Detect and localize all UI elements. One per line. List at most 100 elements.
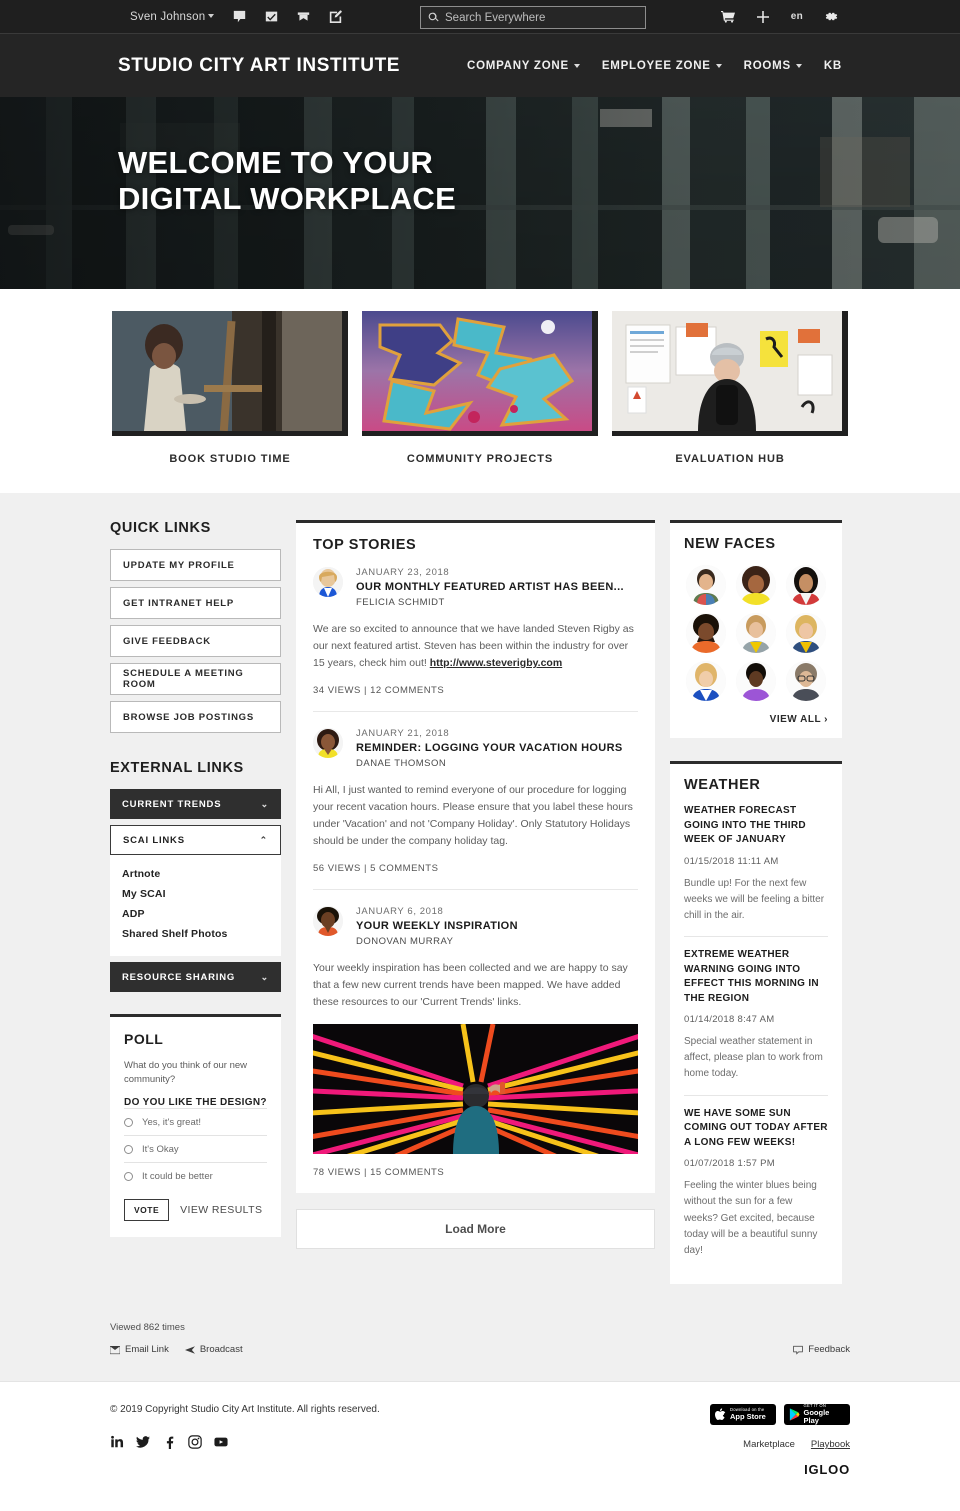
story-item: JANUARY 23, 2018 OUR MONTHLY FEATURED AR… xyxy=(313,567,638,712)
avatar[interactable] xyxy=(313,728,343,758)
avatar[interactable] xyxy=(313,567,343,597)
weather-timestamp: 01/07/2018 1:57 PM xyxy=(684,1158,775,1170)
poll-option-could-be-better[interactable]: It could be better xyxy=(124,1161,267,1189)
external-link-shared-shelf-photos[interactable]: Shared Shelf Photos xyxy=(122,924,269,944)
story-image[interactable] xyxy=(313,1024,638,1154)
nav-item-rooms[interactable]: ROOMS xyxy=(744,60,802,72)
load-more-button[interactable]: Load More xyxy=(296,1209,655,1249)
quick-link-label: UPDATE MY PROFILE xyxy=(123,559,235,571)
search-input[interactable] xyxy=(445,11,638,24)
tile-label: EVALUATION HUB xyxy=(675,453,785,465)
story-item: JANUARY 6, 2018 YOUR WEEKLY INSPIRATION … xyxy=(313,906,638,1193)
footer-link-playbook[interactable]: Playbook xyxy=(811,1439,850,1450)
avatar[interactable] xyxy=(313,906,343,936)
quick-link-label: GIVE FEEDBACK xyxy=(123,635,211,647)
nav-label: KB xyxy=(823,59,842,72)
avatar[interactable] xyxy=(736,565,776,605)
google-play-badge[interactable]: GET IT ON Google Play xyxy=(784,1404,850,1426)
quick-link-label: BROWSE JOB POSTINGS xyxy=(123,711,254,723)
tile-evaluation-hub[interactable]: EVALUATION HUB xyxy=(612,311,848,465)
poll-option-yes[interactable]: Yes, it's great! xyxy=(124,1107,267,1135)
avatar[interactable] xyxy=(686,661,726,701)
story-link[interactable]: http://www.steverigby.com xyxy=(430,657,562,669)
story-title[interactable]: OUR MONTHLY FEATURED ARTIST HAS BEEN... xyxy=(356,581,624,593)
radio-icon[interactable] xyxy=(124,1144,133,1154)
chat-icon[interactable] xyxy=(232,10,246,24)
weather-headline[interactable]: WE HAVE SOME SUN COMING OUT TODAY AFTER … xyxy=(684,1107,828,1151)
weather-headline[interactable]: WEATHER FORECAST GOING INTO THE THIRD WE… xyxy=(684,804,828,848)
view-all-link[interactable]: VIEW ALL › xyxy=(684,714,828,725)
poll-option-label: It's Okay xyxy=(142,1143,179,1155)
external-link-my-scai[interactable]: My SCAI xyxy=(122,884,269,904)
page-meta-inner: Viewed 862 times Email Link Broadcast Fe… xyxy=(110,1322,850,1367)
quick-link-update-my-profile[interactable]: UPDATE MY PROFILE xyxy=(110,549,281,581)
site-brand[interactable]: STUDIO CITY ART INSTITUTE xyxy=(118,55,400,77)
avatar[interactable] xyxy=(786,661,826,701)
avatar[interactable] xyxy=(786,565,826,605)
accordion-current-trends[interactable]: CURRENT TRENDS ⌄ xyxy=(110,789,281,819)
external-links-title: EXTERNAL LINKS xyxy=(110,760,244,776)
accordion-scai-links-body: Artnote My SCAI ADP Shared Shelf Photos xyxy=(110,855,281,956)
story-item: JANUARY 21, 2018 REMINDER: LOGGING YOUR … xyxy=(313,728,638,890)
avatar[interactable] xyxy=(736,613,776,653)
top-stories-widget: TOP STORIES JANUARY 23, 2018 OUR MONTHLY… xyxy=(296,520,655,1193)
broadcast-button[interactable]: Broadcast xyxy=(184,1344,243,1355)
weather-headline[interactable]: EXTREME WEATHER WARNING GOING INTO EFFEC… xyxy=(684,948,828,1006)
content-grid: QUICK LINKS UPDATE MY PROFILE GET INTRAN… xyxy=(110,520,850,1322)
nav-item-employee-zone[interactable]: EMPLOYEE ZONE xyxy=(602,60,722,72)
feedback-button[interactable]: Feedback xyxy=(793,1344,850,1355)
footer-link-marketplace[interactable]: Marketplace xyxy=(743,1439,795,1450)
page-body: QUICK LINKS UPDATE MY PROFILE GET INTRAN… xyxy=(0,493,960,1382)
tile-label: BOOK STUDIO TIME xyxy=(169,453,291,465)
global-search[interactable] xyxy=(420,6,646,29)
nav-item-kb[interactable]: KB xyxy=(824,60,842,72)
external-link-adp[interactable]: ADP xyxy=(122,904,269,924)
avatar[interactable] xyxy=(686,613,726,653)
feature-tiles: BOOK STUDIO TIME COMMUNITY PROJECTS EVAL… xyxy=(0,289,960,493)
accordion-resource-sharing[interactable]: RESOURCE SHARING ⌄ xyxy=(110,962,281,992)
new-faces-title: NEW FACES xyxy=(684,536,776,552)
instagram-icon[interactable] xyxy=(188,1435,202,1449)
story-title[interactable]: REMINDER: LOGGING YOUR VACATION HOURS xyxy=(356,742,623,754)
nav-item-company-zone[interactable]: COMPANY ZONE xyxy=(467,60,580,72)
twitter-icon[interactable] xyxy=(136,1435,150,1449)
social-links xyxy=(110,1435,380,1450)
user-menu[interactable]: Sven Johnson xyxy=(130,11,215,23)
youtube-icon[interactable] xyxy=(214,1435,228,1449)
avatar[interactable] xyxy=(786,613,826,653)
quick-link-give-feedback[interactable]: GIVE FEEDBACK xyxy=(110,625,281,657)
quick-link-get-intranet-help[interactable]: GET INTRANET HELP xyxy=(110,587,281,619)
story-author: DANAE THOMSON xyxy=(356,758,447,769)
story-title[interactable]: YOUR WEEKLY INSPIRATION xyxy=(356,920,518,932)
bookmark-icon[interactable] xyxy=(296,10,310,24)
gear-icon[interactable] xyxy=(824,10,838,24)
left-column: QUICK LINKS UPDATE MY PROFILE GET INTRAN… xyxy=(110,520,281,1237)
linkedin-icon[interactable] xyxy=(110,1435,124,1449)
poll-question: What do you think of our new community? xyxy=(124,1060,248,1086)
plus-icon[interactable] xyxy=(756,10,770,24)
tile-book-studio-time[interactable]: BOOK STUDIO TIME xyxy=(112,311,348,465)
compose-icon[interactable] xyxy=(328,10,342,24)
tasks-icon[interactable] xyxy=(264,10,278,24)
facebook-icon[interactable] xyxy=(162,1435,176,1450)
cart-icon[interactable] xyxy=(720,10,735,24)
avatar[interactable] xyxy=(686,565,726,605)
vote-button[interactable]: VOTE xyxy=(124,1198,170,1221)
quick-link-browse-job-postings[interactable]: BROWSE JOB POSTINGS xyxy=(110,701,281,733)
tile-community-projects[interactable]: COMMUNITY PROJECTS xyxy=(362,311,598,465)
weather-body: Special weather statement in affect, ple… xyxy=(684,1036,823,1080)
quick-link-schedule-a-meeting-room[interactable]: SCHEDULE A MEETING ROOM xyxy=(110,663,281,695)
accordion-scai-links[interactable]: SCAI LINKS ⌃ xyxy=(110,825,281,855)
avatar[interactable] xyxy=(736,661,776,701)
right-column: NEW FACES VIEW ALL › WEATHER WEATHER FOR… xyxy=(670,520,842,1285)
external-link-artnote[interactable]: Artnote xyxy=(122,864,269,884)
radio-icon[interactable] xyxy=(124,1117,133,1127)
email-link-button[interactable]: Email Link xyxy=(110,1344,169,1355)
app-store-badge[interactable]: Download on the App Store xyxy=(710,1404,776,1426)
language-selector[interactable]: en xyxy=(791,11,803,22)
new-faces-grid xyxy=(684,565,828,701)
radio-icon[interactable] xyxy=(124,1171,133,1181)
view-results-link[interactable]: VIEW RESULTS xyxy=(180,1204,262,1216)
poll-option-okay[interactable]: It's Okay xyxy=(124,1134,267,1162)
story-body: Your weekly inspiration has been collect… xyxy=(313,962,628,1008)
